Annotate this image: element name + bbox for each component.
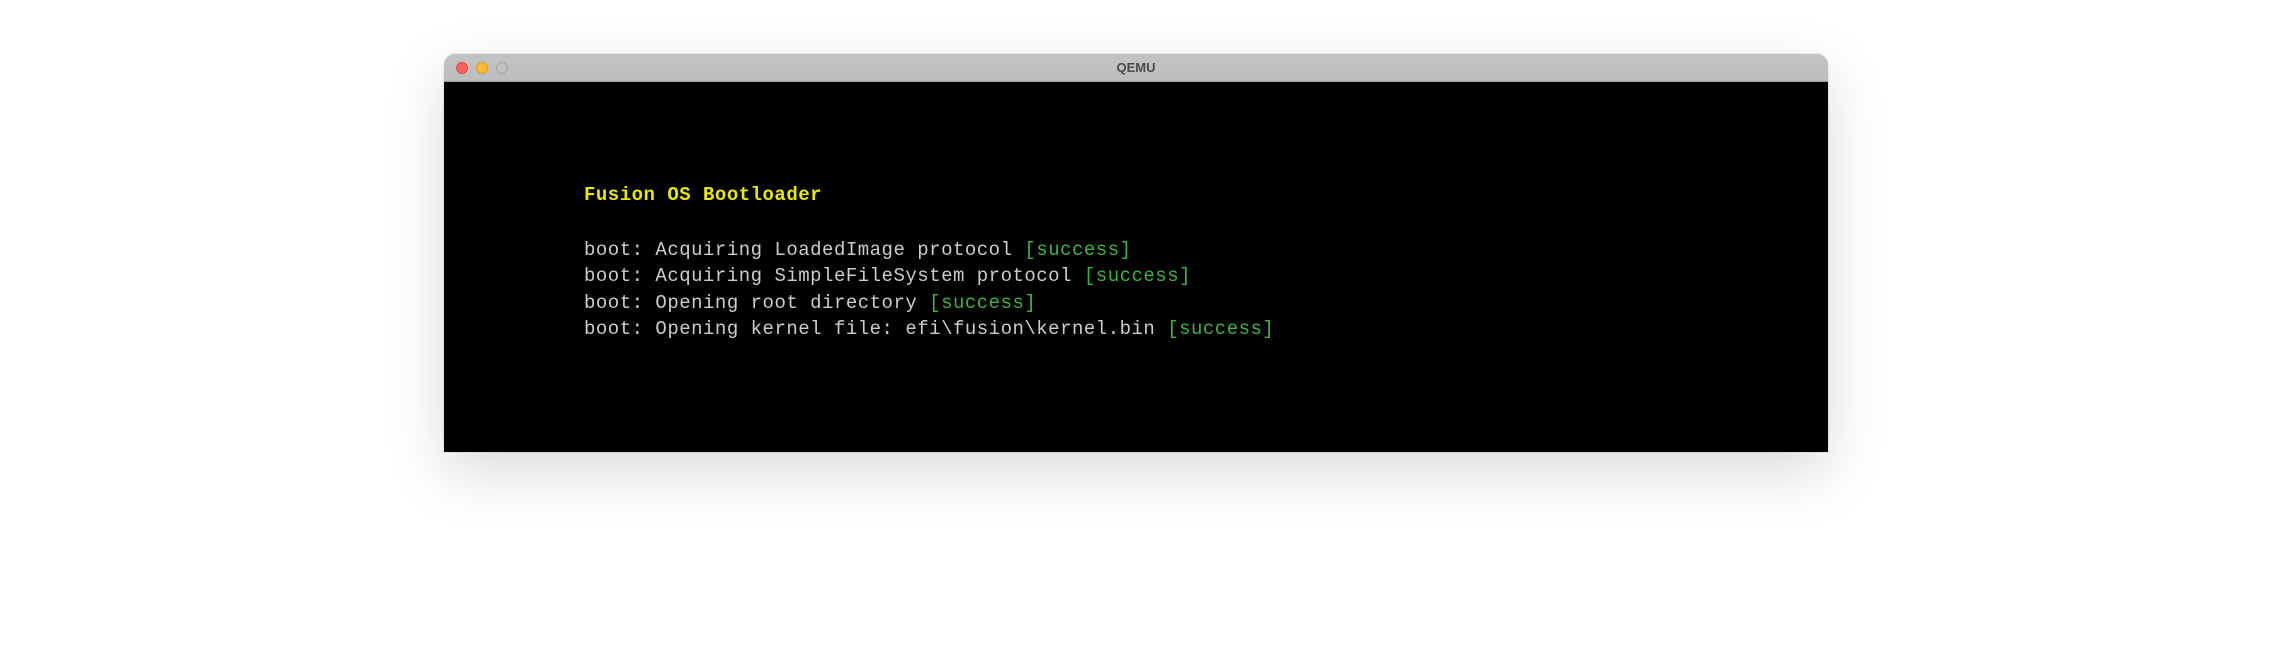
zoom-button[interactable] (496, 62, 508, 74)
status-success: [success] (1024, 239, 1131, 261)
close-button[interactable] (456, 62, 468, 74)
terminal-output[interactable]: Fusion OS Bootloader boot: Acquiring Loa… (444, 82, 1828, 452)
boot-message: Acquiring SimpleFileSystem protocol (655, 265, 1083, 287)
boot-prefix: boot: (584, 265, 655, 287)
titlebar[interactable]: QEMU (444, 54, 1828, 82)
boot-prefix: boot: (584, 239, 655, 261)
boot-prefix: boot: (584, 292, 655, 314)
boot-message: Opening root directory (655, 292, 929, 314)
window-title: QEMU (444, 60, 1828, 75)
boot-line: boot: Acquiring LoadedImage protocol [su… (584, 237, 1828, 264)
bootloader-title: Fusion OS Bootloader (584, 182, 1828, 209)
status-success: [success] (1084, 265, 1191, 287)
boot-line: boot: Opening kernel file: efi\fusion\ke… (584, 316, 1828, 343)
boot-line: boot: Opening root directory [success] (584, 290, 1828, 317)
boot-message: Acquiring LoadedImage protocol (655, 239, 1024, 261)
boot-prefix: boot: (584, 318, 655, 340)
status-success: [success] (1167, 318, 1274, 340)
qemu-window: QEMU Fusion OS Bootloader boot: Acquirin… (444, 54, 1828, 452)
boot-line: boot: Acquiring SimpleFileSystem protoco… (584, 263, 1828, 290)
minimize-button[interactable] (476, 62, 488, 74)
traffic-lights (444, 62, 508, 74)
boot-message: Opening kernel file: efi\fusion\kernel.b… (655, 318, 1167, 340)
status-success: [success] (929, 292, 1036, 314)
